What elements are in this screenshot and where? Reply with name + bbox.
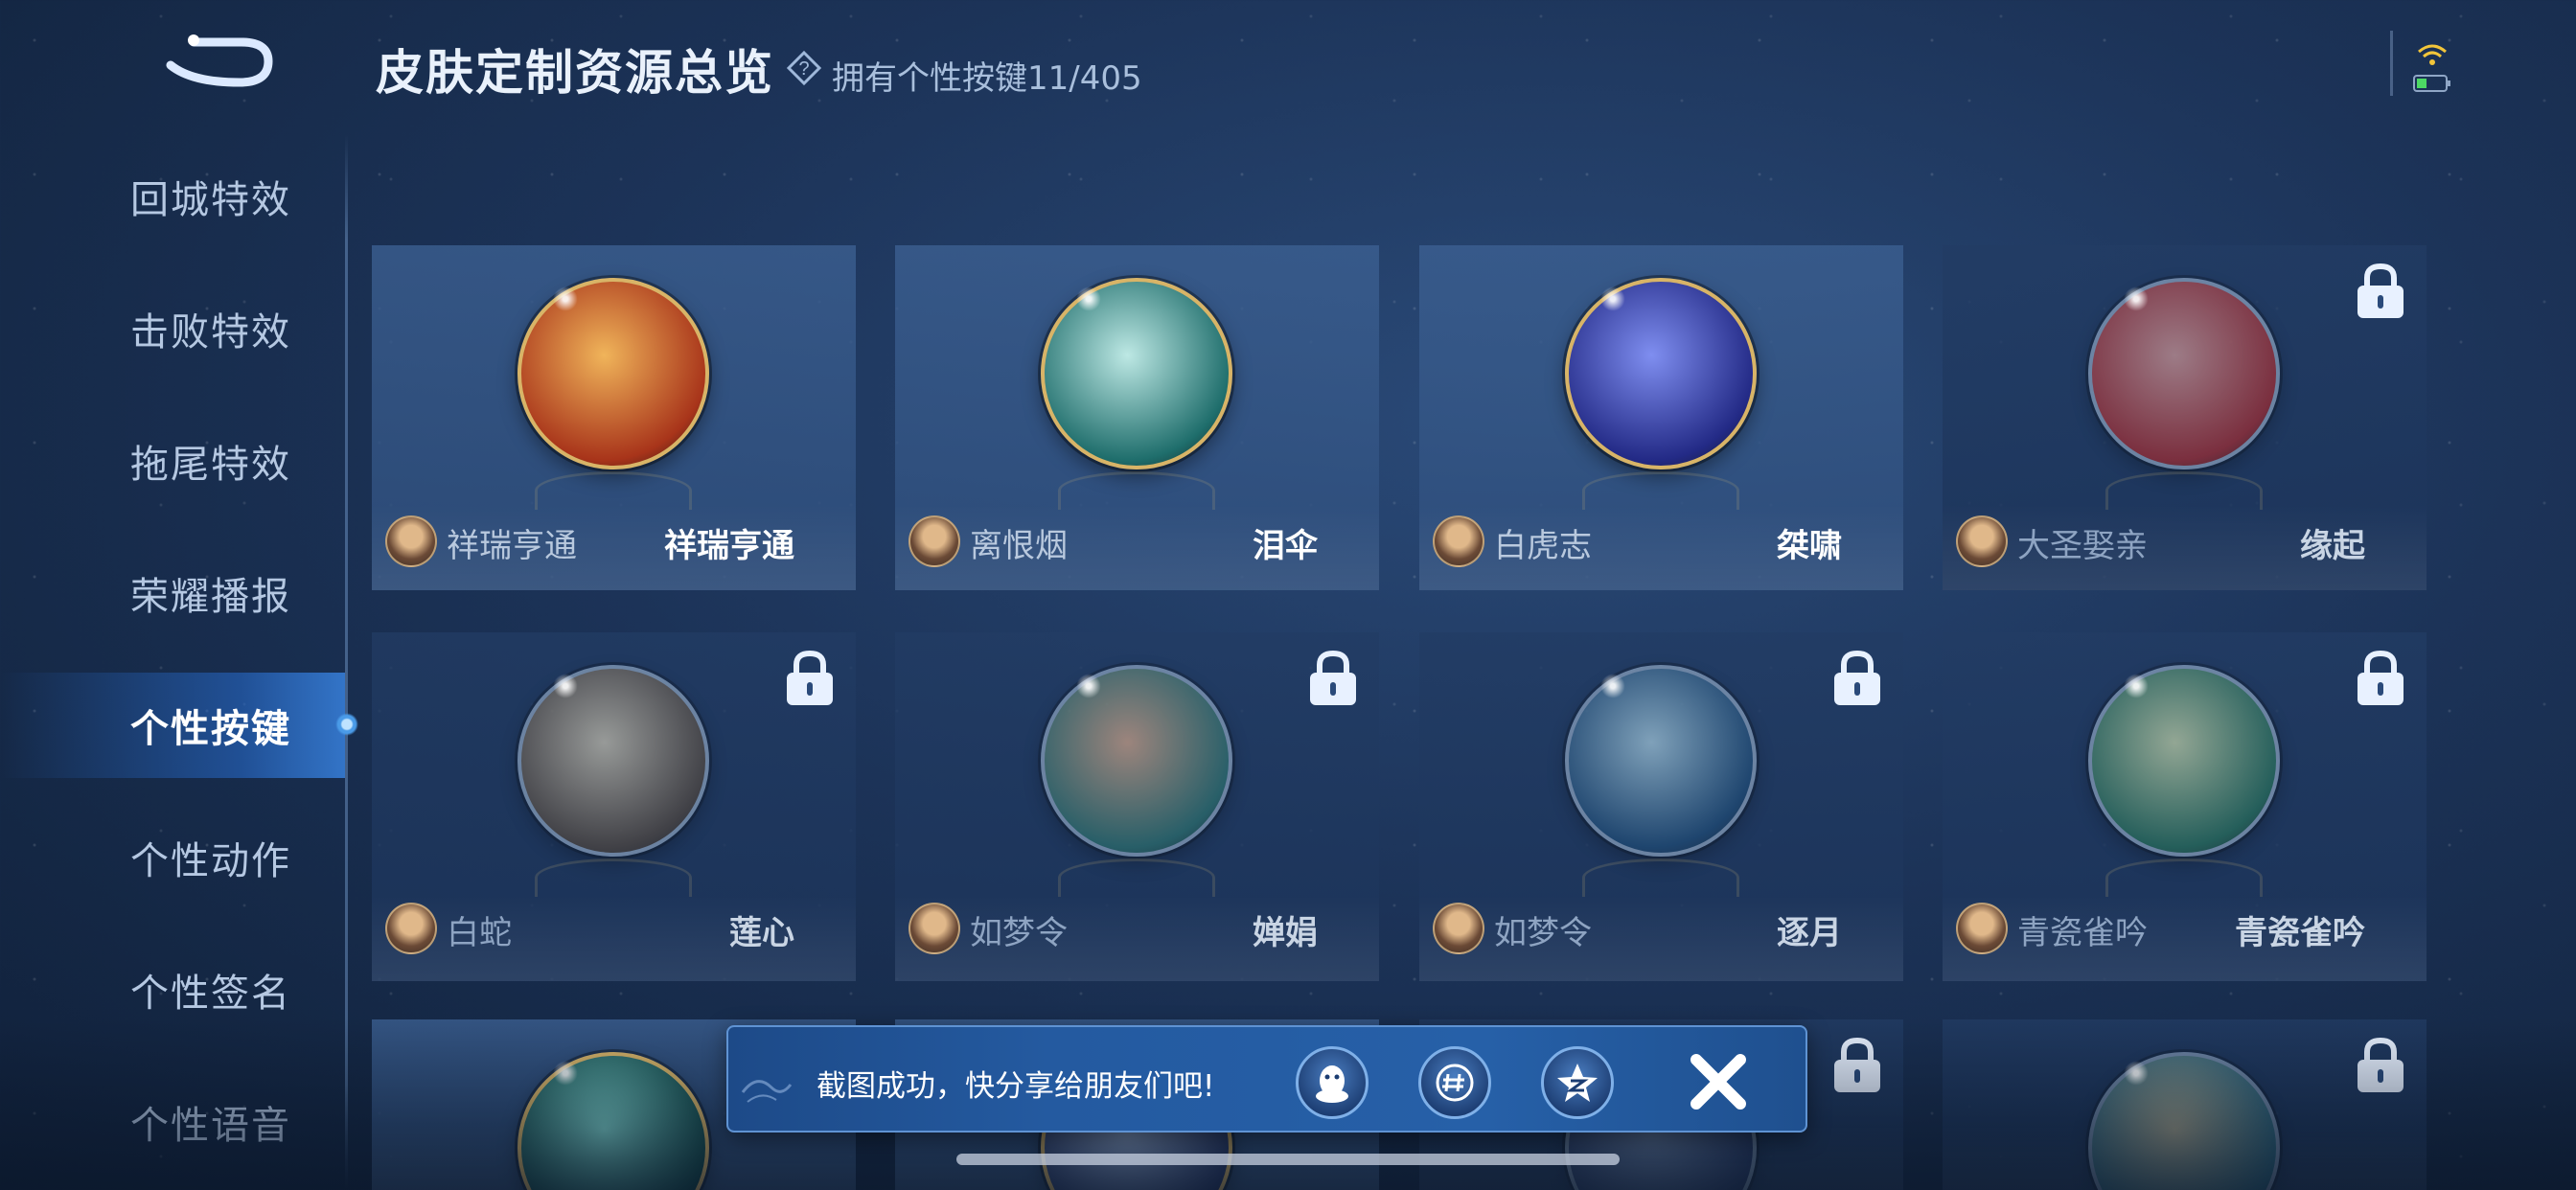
lock-icon (2352, 1035, 2409, 1096)
wifi-icon (2418, 44, 2447, 65)
hero-avatar (385, 515, 437, 567)
owned-label: 拥有个性按键 (832, 59, 1027, 98)
sidebar-item-custom-signature[interactable]: 个性签名 (0, 937, 345, 1042)
emblem-reflection (2105, 471, 2263, 510)
emblem-reflection (535, 471, 692, 510)
sidebar-item-custom-voice[interactable]: 个性语音 (0, 1069, 345, 1175)
toast-message: 截图成功，快分享给朋友们吧! (816, 1069, 1215, 1104)
page-title: 皮肤定制资源总览 (376, 45, 774, 101)
hero-avatar (908, 903, 960, 954)
hero-name: 白虎志 (1494, 527, 1592, 565)
emblem-reflection (1058, 858, 1215, 897)
skin-card[interactable]: 大圣娶亲 缘起 (1943, 245, 2426, 590)
skin-name: 逐月 (1777, 914, 1842, 952)
cloud-swirl-icon (741, 1080, 793, 1103)
hero-name: 祥瑞亨通 (447, 527, 577, 565)
skin-name: 婵娟 (1253, 914, 1318, 952)
lock-icon (1828, 1035, 1886, 1096)
skin-name: 莲心 (729, 914, 794, 952)
battery-icon (2413, 75, 2450, 92)
sparkle-icon (537, 1044, 594, 1102)
hero-avatar (1433, 515, 1484, 567)
share-qq-button[interactable] (1296, 1046, 1368, 1119)
sidebar-item-glory-broadcast[interactable]: 荣耀播报 (0, 540, 345, 646)
emblem-reflection (1058, 471, 1215, 510)
skin-name: 缘起 (2300, 527, 2365, 565)
sparkle-icon (1060, 657, 1117, 715)
sidebar-divider (345, 134, 348, 1190)
share-qzone-button[interactable] (1541, 1046, 1614, 1119)
help-icon[interactable]: ? (786, 50, 822, 86)
skin-card[interactable]: 白虎志 桀啸 (1419, 245, 1903, 590)
hero-avatar (908, 515, 960, 567)
lock-icon (1304, 648, 1362, 709)
skin-card[interactable]: 离恨烟 泪伞 (895, 245, 1379, 590)
hero-name: 离恨烟 (970, 527, 1068, 565)
hero-name: 青瓷雀吟 (2017, 914, 2148, 952)
hero-name: 大圣娶亲 (2017, 527, 2148, 565)
skin-card[interactable]: 青瓷雀吟 青瓷雀吟 (1943, 632, 2426, 981)
qzone-icon (1557, 1064, 1598, 1102)
qq-icon (1316, 1065, 1348, 1103)
emblem-reflection (535, 858, 692, 897)
sidebar-item-kill-effect[interactable]: 击败特效 (0, 276, 345, 381)
owned-count-text: 拥有个性按键11/405 (832, 52, 1142, 99)
lock-icon (2352, 261, 2409, 322)
skin-card[interactable] (1943, 1019, 2426, 1190)
share-moments-button[interactable] (1418, 1046, 1491, 1119)
hero-avatar (1956, 515, 2008, 567)
skin-card[interactable]: 祥瑞亨通 祥瑞亨通 (372, 245, 856, 590)
skin-card[interactable]: 白蛇 莲心 (372, 632, 856, 981)
home-indicator (956, 1154, 1620, 1165)
back-button[interactable] (153, 29, 278, 96)
sparkle-icon (2107, 657, 2165, 715)
lock-icon (781, 648, 839, 709)
sidebar-item-custom-buttons[interactable]: 个性按键 (0, 673, 345, 778)
emblem-reflection (1582, 858, 1739, 897)
share-toast: 截图成功，快分享给朋友们吧! (726, 1025, 1807, 1133)
skin-name: 泪伞 (1253, 527, 1318, 565)
active-indicator (335, 713, 358, 736)
close-toast-button[interactable] (1687, 1050, 1750, 1113)
sidebar-item-recall-effect[interactable]: 回城特效 (0, 144, 345, 249)
background-stars (0, 0, 2576, 1190)
hero-avatar (1956, 903, 2008, 954)
lock-icon (1828, 648, 1886, 709)
skin-name: 祥瑞亨通 (664, 527, 794, 565)
skin-name: 青瓷雀吟 (2235, 914, 2365, 952)
emblem-reflection (1582, 471, 1739, 510)
wechat-moments-icon (1436, 1064, 1474, 1102)
emblem-reflection (2105, 858, 2263, 897)
skin-name: 桀啸 (1777, 527, 1842, 565)
lock-icon (2352, 648, 2409, 709)
hero-avatar (385, 903, 437, 954)
hero-name: 白蛇 (447, 914, 512, 952)
sparkle-icon (2107, 1044, 2165, 1102)
skin-card[interactable]: 如梦令 婵娟 (895, 632, 1379, 981)
sparkle-icon (537, 270, 594, 328)
sparkle-icon (1584, 270, 1642, 328)
sidebar-item-trail-effect[interactable]: 拖尾特效 (0, 408, 345, 514)
sparkle-icon (537, 657, 594, 715)
header-divider (2390, 31, 2393, 96)
sparkle-icon (1584, 657, 1642, 715)
svg-text:?: ? (798, 58, 809, 80)
owned-count: 11/405 (1027, 59, 1142, 98)
hero-avatar (1433, 903, 1484, 954)
hero-name: 如梦令 (1494, 914, 1592, 952)
hero-name: 如梦令 (970, 914, 1068, 952)
sparkle-icon (2107, 270, 2165, 328)
sidebar-item-custom-actions[interactable]: 个性动作 (0, 805, 345, 910)
skin-card[interactable]: 如梦令 逐月 (1419, 632, 1903, 981)
sparkle-icon (1060, 270, 1117, 328)
